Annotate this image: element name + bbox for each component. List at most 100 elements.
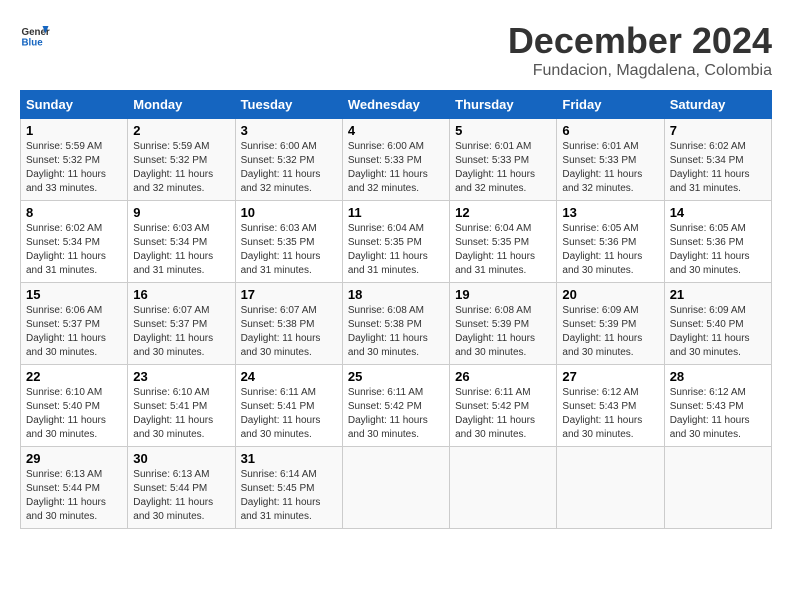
day-info: Sunrise: 6:11 AMSunset: 5:42 PMDaylight:… bbox=[455, 387, 535, 440]
calendar-cell: 20 Sunrise: 6:09 AMSunset: 5:39 PMDaylig… bbox=[557, 283, 664, 365]
col-monday: Monday bbox=[128, 91, 235, 119]
calendar-cell: 28 Sunrise: 6:12 AMSunset: 5:43 PMDaylig… bbox=[664, 365, 771, 447]
calendar-cell: 9 Sunrise: 6:03 AMSunset: 5:34 PMDayligh… bbox=[128, 201, 235, 283]
day-info: Sunrise: 6:00 AMSunset: 5:33 PMDaylight:… bbox=[348, 141, 428, 194]
day-info: Sunrise: 6:13 AMSunset: 5:44 PMDaylight:… bbox=[133, 469, 213, 522]
calendar-cell: 19 Sunrise: 6:08 AMSunset: 5:39 PMDaylig… bbox=[450, 283, 557, 365]
col-wednesday: Wednesday bbox=[342, 91, 449, 119]
day-info: Sunrise: 6:00 AMSunset: 5:32 PMDaylight:… bbox=[241, 141, 321, 194]
calendar-cell: 16 Sunrise: 6:07 AMSunset: 5:37 PMDaylig… bbox=[128, 283, 235, 365]
day-number: 10 bbox=[241, 205, 337, 220]
calendar-cell: 6 Sunrise: 6:01 AMSunset: 5:33 PMDayligh… bbox=[557, 119, 664, 201]
calendar-cell: 7 Sunrise: 6:02 AMSunset: 5:34 PMDayligh… bbox=[664, 119, 771, 201]
calendar-week-row: 15 Sunrise: 6:06 AMSunset: 5:37 PMDaylig… bbox=[21, 283, 772, 365]
calendar-cell: 14 Sunrise: 6:05 AMSunset: 5:36 PMDaylig… bbox=[664, 201, 771, 283]
calendar-cell: 15 Sunrise: 6:06 AMSunset: 5:37 PMDaylig… bbox=[21, 283, 128, 365]
day-info: Sunrise: 6:04 AMSunset: 5:35 PMDaylight:… bbox=[348, 223, 428, 276]
col-saturday: Saturday bbox=[664, 91, 771, 119]
day-number: 8 bbox=[26, 205, 122, 220]
calendar-cell: 29 Sunrise: 6:13 AMSunset: 5:44 PMDaylig… bbox=[21, 447, 128, 529]
day-info: Sunrise: 6:02 AMSunset: 5:34 PMDaylight:… bbox=[26, 223, 106, 276]
calendar-cell: 25 Sunrise: 6:11 AMSunset: 5:42 PMDaylig… bbox=[342, 365, 449, 447]
day-number: 1 bbox=[26, 123, 122, 138]
title-block: December 2024 Fundacion, Magdalena, Colo… bbox=[508, 20, 772, 80]
day-number: 26 bbox=[455, 369, 551, 384]
calendar-cell: 5 Sunrise: 6:01 AMSunset: 5:33 PMDayligh… bbox=[450, 119, 557, 201]
col-thursday: Thursday bbox=[450, 91, 557, 119]
calendar-cell bbox=[664, 447, 771, 529]
day-info: Sunrise: 6:10 AMSunset: 5:40 PMDaylight:… bbox=[26, 387, 106, 440]
day-info: Sunrise: 6:05 AMSunset: 5:36 PMDaylight:… bbox=[670, 223, 750, 276]
day-number: 18 bbox=[348, 287, 444, 302]
day-number: 15 bbox=[26, 287, 122, 302]
day-info: Sunrise: 6:07 AMSunset: 5:37 PMDaylight:… bbox=[133, 305, 213, 358]
day-number: 16 bbox=[133, 287, 229, 302]
calendar-table: Sunday Monday Tuesday Wednesday Thursday… bbox=[20, 90, 772, 529]
day-number: 3 bbox=[241, 123, 337, 138]
day-info: Sunrise: 6:12 AMSunset: 5:43 PMDaylight:… bbox=[562, 387, 642, 440]
location-subtitle: Fundacion, Magdalena, Colombia bbox=[508, 62, 772, 80]
calendar-week-row: 8 Sunrise: 6:02 AMSunset: 5:34 PMDayligh… bbox=[21, 201, 772, 283]
calendar-week-row: 1 Sunrise: 5:59 AMSunset: 5:32 PMDayligh… bbox=[21, 119, 772, 201]
day-number: 28 bbox=[670, 369, 766, 384]
day-number: 5 bbox=[455, 123, 551, 138]
calendar-cell: 4 Sunrise: 6:00 AMSunset: 5:33 PMDayligh… bbox=[342, 119, 449, 201]
day-number: 27 bbox=[562, 369, 658, 384]
day-number: 7 bbox=[670, 123, 766, 138]
day-info: Sunrise: 6:04 AMSunset: 5:35 PMDaylight:… bbox=[455, 223, 535, 276]
col-sunday: Sunday bbox=[21, 91, 128, 119]
calendar-week-row: 22 Sunrise: 6:10 AMSunset: 5:40 PMDaylig… bbox=[21, 365, 772, 447]
day-info: Sunrise: 6:09 AMSunset: 5:40 PMDaylight:… bbox=[670, 305, 750, 358]
day-info: Sunrise: 6:11 AMSunset: 5:42 PMDaylight:… bbox=[348, 387, 428, 440]
col-tuesday: Tuesday bbox=[235, 91, 342, 119]
day-number: 22 bbox=[26, 369, 122, 384]
day-info: Sunrise: 6:05 AMSunset: 5:36 PMDaylight:… bbox=[562, 223, 642, 276]
calendar-cell: 13 Sunrise: 6:05 AMSunset: 5:36 PMDaylig… bbox=[557, 201, 664, 283]
day-info: Sunrise: 6:02 AMSunset: 5:34 PMDaylight:… bbox=[670, 141, 750, 194]
day-info: Sunrise: 6:09 AMSunset: 5:39 PMDaylight:… bbox=[562, 305, 642, 358]
calendar-cell: 18 Sunrise: 6:08 AMSunset: 5:38 PMDaylig… bbox=[342, 283, 449, 365]
calendar-cell: 10 Sunrise: 6:03 AMSunset: 5:35 PMDaylig… bbox=[235, 201, 342, 283]
day-info: Sunrise: 6:08 AMSunset: 5:38 PMDaylight:… bbox=[348, 305, 428, 358]
calendar-cell: 24 Sunrise: 6:11 AMSunset: 5:41 PMDaylig… bbox=[235, 365, 342, 447]
logo: General Blue bbox=[20, 20, 54, 50]
calendar-cell: 12 Sunrise: 6:04 AMSunset: 5:35 PMDaylig… bbox=[450, 201, 557, 283]
calendar-cell bbox=[342, 447, 449, 529]
day-number: 4 bbox=[348, 123, 444, 138]
day-number: 14 bbox=[670, 205, 766, 220]
day-info: Sunrise: 6:03 AMSunset: 5:34 PMDaylight:… bbox=[133, 223, 213, 276]
day-number: 21 bbox=[670, 287, 766, 302]
calendar-cell: 8 Sunrise: 6:02 AMSunset: 5:34 PMDayligh… bbox=[21, 201, 128, 283]
calendar-cell: 1 Sunrise: 5:59 AMSunset: 5:32 PMDayligh… bbox=[21, 119, 128, 201]
day-number: 19 bbox=[455, 287, 551, 302]
day-number: 30 bbox=[133, 451, 229, 466]
calendar-cell: 11 Sunrise: 6:04 AMSunset: 5:35 PMDaylig… bbox=[342, 201, 449, 283]
calendar-cell: 22 Sunrise: 6:10 AMSunset: 5:40 PMDaylig… bbox=[21, 365, 128, 447]
day-number: 2 bbox=[133, 123, 229, 138]
day-number: 17 bbox=[241, 287, 337, 302]
day-info: Sunrise: 6:10 AMSunset: 5:41 PMDaylight:… bbox=[133, 387, 213, 440]
calendar-cell: 17 Sunrise: 6:07 AMSunset: 5:38 PMDaylig… bbox=[235, 283, 342, 365]
day-info: Sunrise: 6:01 AMSunset: 5:33 PMDaylight:… bbox=[562, 141, 642, 194]
page-header: General Blue December 2024 Fundacion, Ma… bbox=[20, 20, 772, 80]
day-info: Sunrise: 6:08 AMSunset: 5:39 PMDaylight:… bbox=[455, 305, 535, 358]
day-info: Sunrise: 6:01 AMSunset: 5:33 PMDaylight:… bbox=[455, 141, 535, 194]
day-info: Sunrise: 5:59 AMSunset: 5:32 PMDaylight:… bbox=[133, 141, 213, 194]
calendar-cell: 3 Sunrise: 6:00 AMSunset: 5:32 PMDayligh… bbox=[235, 119, 342, 201]
day-number: 31 bbox=[241, 451, 337, 466]
day-number: 29 bbox=[26, 451, 122, 466]
day-info: Sunrise: 6:06 AMSunset: 5:37 PMDaylight:… bbox=[26, 305, 106, 358]
day-number: 24 bbox=[241, 369, 337, 384]
day-number: 6 bbox=[562, 123, 658, 138]
calendar-cell: 27 Sunrise: 6:12 AMSunset: 5:43 PMDaylig… bbox=[557, 365, 664, 447]
day-number: 11 bbox=[348, 205, 444, 220]
calendar-cell: 23 Sunrise: 6:10 AMSunset: 5:41 PMDaylig… bbox=[128, 365, 235, 447]
svg-text:Blue: Blue bbox=[22, 38, 44, 49]
calendar-cell: 31 Sunrise: 6:14 AMSunset: 5:45 PMDaylig… bbox=[235, 447, 342, 529]
calendar-cell: 30 Sunrise: 6:13 AMSunset: 5:44 PMDaylig… bbox=[128, 447, 235, 529]
day-info: Sunrise: 5:59 AMSunset: 5:32 PMDaylight:… bbox=[26, 141, 106, 194]
day-info: Sunrise: 6:11 AMSunset: 5:41 PMDaylight:… bbox=[241, 387, 321, 440]
day-info: Sunrise: 6:03 AMSunset: 5:35 PMDaylight:… bbox=[241, 223, 321, 276]
day-number: 12 bbox=[455, 205, 551, 220]
day-number: 23 bbox=[133, 369, 229, 384]
